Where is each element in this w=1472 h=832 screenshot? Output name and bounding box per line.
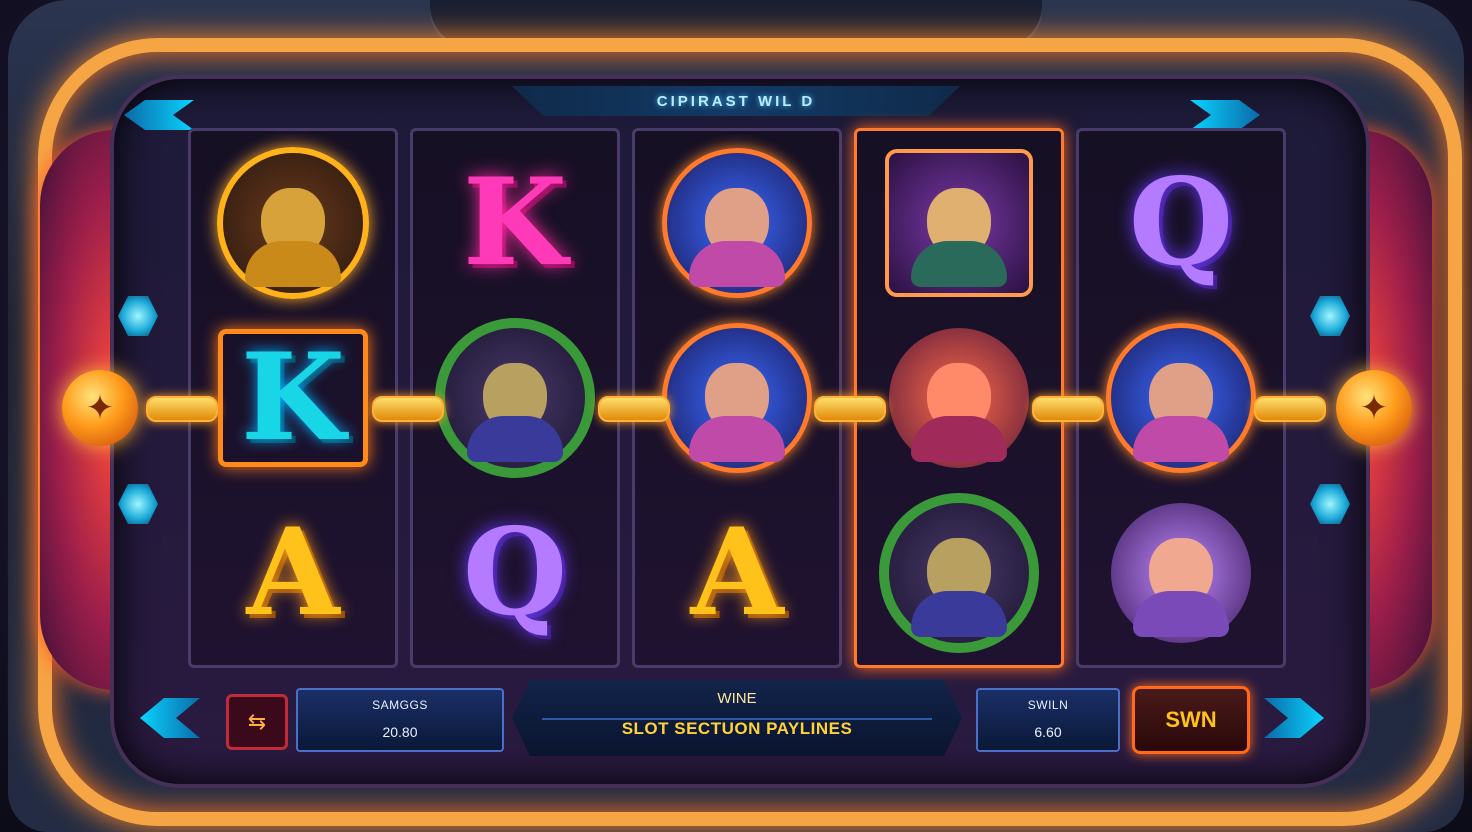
reel-5-symbol-1: Q (1079, 139, 1283, 307)
reel-2-symbol-3: Q (413, 489, 617, 657)
letter-symbol: Q (1128, 152, 1234, 293)
reel-4-symbol-2 (857, 314, 1061, 482)
control-bar: ⇆ SAMGGS 20.80 WINE SLOT SECTUON PAYLINE… (120, 680, 1352, 760)
green-wreath-elder-symbol (879, 493, 1039, 653)
win-label: WINE (717, 690, 757, 707)
letter-symbol: A (690, 502, 784, 643)
win-box-label: SWILN (1027, 698, 1069, 712)
bet-label: SAMGGS (372, 698, 428, 712)
reel-2: K Q (410, 128, 620, 668)
diva-symbol (662, 148, 812, 298)
payline-info-panel: WINE SLOT SECTUON PAYLINES (512, 680, 962, 756)
letter-symbol: Q (462, 502, 568, 643)
letter-symbol: A (246, 502, 340, 643)
green-wreath-elder-symbol (435, 318, 595, 478)
diva-symbol (662, 323, 812, 473)
menu-button[interactable]: ⇆ (226, 694, 288, 750)
reel-5: Q (1076, 128, 1286, 668)
fire-dancer-symbol (889, 328, 1029, 468)
reel-2-symbol-2 (413, 314, 617, 482)
brute-wild-symbol (885, 149, 1033, 297)
reel-4-symbol-3 (857, 489, 1061, 657)
win-display: SWILN 6.60 (976, 688, 1120, 752)
reel-3: A (632, 128, 842, 668)
spin-button[interactable]: SWN (1132, 686, 1250, 754)
reel-4-symbol-1 (857, 139, 1061, 307)
pink-creature-symbol (1111, 503, 1251, 643)
payline-section-label: SLOT SECTUON PAYLINES (621, 719, 853, 738)
reel-4 (854, 128, 1064, 668)
reel-1-symbol-2: K (191, 314, 395, 482)
reel-3-symbol-2 (635, 314, 839, 482)
bet-display: SAMGGS 20.80 (296, 688, 504, 752)
reel-1: K A (188, 128, 398, 668)
game-title: CIPIRAST WIL D (656, 92, 816, 110)
menu-icon: ⇆ (247, 709, 267, 734)
bet-value: 20.80 (382, 724, 418, 740)
reel-1-symbol-1 (191, 139, 395, 307)
left-payline-orb-icon: ✦ (62, 370, 138, 446)
golden-warrior-symbol (217, 147, 369, 299)
reel-2-symbol-1: K (413, 139, 617, 307)
reel-3-symbol-1 (635, 139, 839, 307)
reel-3-symbol-3: A (635, 489, 839, 657)
reel-5-symbol-2 (1079, 314, 1283, 482)
win-box-value: 6.60 (1034, 724, 1062, 740)
game-title-banner: CIPIRAST WIL D (512, 86, 960, 116)
letter-symbol: K (217, 329, 369, 467)
diva-symbol (1106, 323, 1256, 473)
right-payline-orb-icon: ✦ (1336, 370, 1412, 446)
reel-5-symbol-3 (1079, 489, 1283, 657)
reel-grid: K A K Q A Q (188, 128, 1286, 668)
letter-symbol: K (462, 152, 568, 293)
left-arrow-icon[interactable] (140, 698, 200, 738)
right-arrow-icon[interactable] (1264, 698, 1324, 738)
reel-1-symbol-3: A (191, 489, 395, 657)
